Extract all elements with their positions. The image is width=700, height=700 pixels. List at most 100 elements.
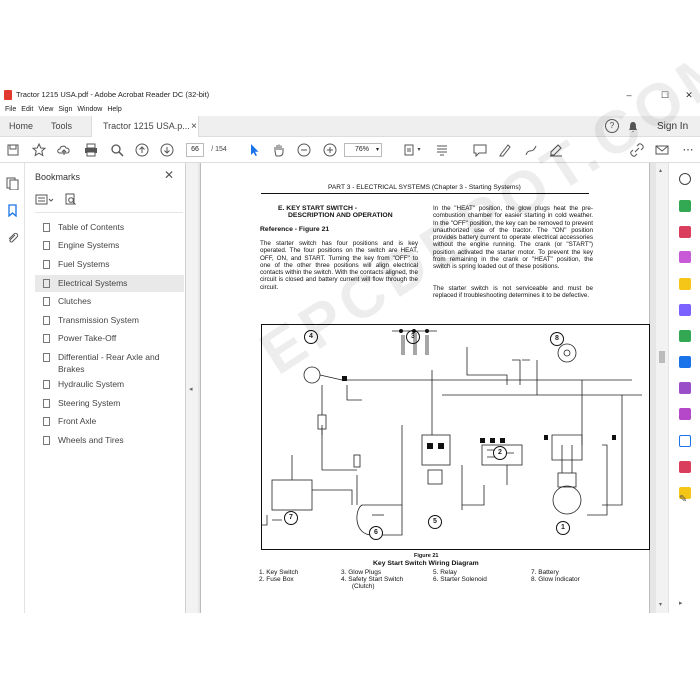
legend-item: 7. Battery — [531, 569, 559, 576]
tab-tools[interactable]: Tools — [51, 116, 72, 137]
bookmark-label: Table of Contents — [58, 222, 125, 232]
bookmark-label: Transmission System — [58, 315, 139, 325]
bookmark-icon — [43, 279, 50, 288]
figure-reference: Reference - Figure 21 — [260, 226, 330, 233]
bookmark-item[interactable]: Hydraulic System — [35, 378, 184, 390]
page-number-input[interactable]: 66 — [186, 143, 204, 157]
edit-pdf-icon[interactable] — [679, 251, 691, 263]
vertical-scrollbar[interactable]: ▴ ▾ — [656, 163, 668, 613]
pdf-app-icon — [4, 90, 12, 100]
fit-dropdown-chevron-icon[interactable]: ▾ — [415, 143, 423, 157]
zoom-out-icon[interactable] — [297, 143, 311, 157]
next-page-icon[interactable] — [160, 143, 174, 157]
tab-close-icon[interactable]: × — [191, 116, 197, 137]
print-icon[interactable] — [84, 143, 98, 157]
bookmark-label: Differential - Rear Axle and Brakes — [58, 352, 160, 374]
collapse-right-arrow-icon[interactable]: ▸ — [679, 599, 691, 611]
bookmark-item[interactable]: Differential - Rear Axle and Brakes — [35, 351, 180, 375]
scrollbar-thumb[interactable] — [659, 351, 665, 363]
scan-ocr-icon[interactable] — [679, 356, 691, 368]
panel-splitter[interactable]: ◂ — [186, 163, 198, 613]
menu-edit[interactable]: Edit — [21, 103, 33, 116]
menu-window[interactable]: Window — [77, 103, 102, 116]
more-options-icon[interactable]: ⋯ — [681, 143, 695, 157]
bookmark-item[interactable]: Clutches — [35, 295, 184, 307]
find-icon[interactable] — [110, 143, 124, 157]
legend-item: 2. Fuse Box — [259, 576, 294, 583]
collapse-left-arrow-icon[interactable]: ◂ — [189, 385, 193, 393]
bookmark-label: Steering System — [58, 398, 121, 408]
select-cursor-icon[interactable] — [247, 143, 261, 157]
bookmark-item[interactable]: Engine Systems — [35, 239, 184, 251]
page-total: / 154 — [211, 146, 227, 153]
callout-3: 3 — [406, 330, 420, 344]
cloud-upload-icon[interactable] — [57, 143, 71, 157]
menu-view[interactable]: View — [38, 103, 53, 116]
bookmark-icon — [43, 223, 50, 232]
create-pdf-icon[interactable] — [679, 226, 691, 238]
bookmarks-panel-icon[interactable] — [6, 204, 19, 219]
request-signature-icon[interactable] — [679, 408, 691, 420]
menu-help[interactable]: Help — [107, 103, 121, 116]
tab-document[interactable]: Tractor 1215 USA.p... × — [91, 116, 199, 137]
bookmark-label: Fuel Systems — [58, 259, 110, 269]
callout-2: 2 — [493, 446, 507, 460]
bookmark-label: Wheels and Tires — [58, 435, 124, 445]
more-tools-icon[interactable]: ✎ — [679, 494, 691, 506]
comment-tool-icon[interactable] — [679, 278, 691, 290]
section-title-line1: E. KEY START SWITCH - — [278, 205, 358, 212]
bookmark-icon — [43, 297, 50, 306]
bookmark-item[interactable]: Power Take-Off — [35, 332, 184, 344]
zoom-level-select[interactable]: 76% ▾ — [344, 143, 382, 157]
combine-files-icon[interactable] — [679, 304, 691, 316]
bookmark-item[interactable]: Steering System — [35, 397, 184, 409]
bookmark-icon — [43, 399, 50, 408]
attachments-icon[interactable] — [6, 231, 19, 246]
fill-sign-tool-icon[interactable] — [679, 382, 691, 394]
previous-page-icon[interactable] — [135, 143, 149, 157]
bookmark-item[interactable]: Fuel Systems — [35, 258, 184, 270]
comment-icon[interactable] — [473, 143, 487, 158]
bookmark-icon — [43, 380, 50, 389]
bookmark-item[interactable]: Wheels and Tires — [35, 434, 184, 446]
tab-home[interactable]: Home — [9, 116, 33, 137]
protect-icon[interactable] — [679, 435, 691, 447]
bookmark-item[interactable]: Transmission System — [35, 314, 184, 326]
bookmark-item[interactable]: Front Axle — [35, 415, 184, 427]
bookmark-options-icon[interactable] — [35, 194, 55, 208]
chevron-down-icon: ▾ — [375, 147, 379, 153]
highlight-pen-icon[interactable] — [498, 143, 512, 157]
bookmark-search-icon[interactable] — [65, 193, 77, 208]
search-tools-icon[interactable] — [679, 173, 691, 185]
bookmark-icon — [43, 241, 50, 250]
scroll-mode-icon[interactable] — [435, 143, 449, 157]
fit-page-icon[interactable] — [402, 143, 416, 157]
redact-icon[interactable] — [679, 461, 691, 473]
bookmark-label: Engine Systems — [58, 240, 120, 250]
organize-pages-icon[interactable] — [679, 330, 691, 342]
page-thumbnails-icon[interactable] — [6, 177, 19, 192]
save-icon[interactable] — [6, 143, 20, 157]
window-title: Tractor 1215 USA.pdf - Adobe Acrobat Rea… — [16, 90, 210, 99]
zoom-level-value: 76% — [355, 146, 370, 153]
bookmark-icon — [43, 417, 50, 426]
export-pdf-icon[interactable] — [679, 200, 691, 212]
callout-7: 7 — [284, 511, 298, 525]
menu-sign[interactable]: Sign — [58, 103, 72, 116]
zoom-in-icon[interactable] — [323, 143, 337, 157]
hand-tool-icon[interactable] — [272, 143, 286, 157]
menu-file[interactable]: File — [5, 103, 16, 116]
bookmark-item-selected[interactable]: Electrical Systems — [35, 275, 184, 292]
callout-6: 6 — [369, 526, 383, 540]
scroll-down-arrow-icon[interactable]: ▾ — [659, 601, 662, 608]
bookmarks-divider — [35, 212, 183, 213]
bookmark-icon — [43, 436, 50, 445]
scroll-up-arrow-icon[interactable]: ▴ — [659, 167, 662, 174]
figure-number: Figure 21 — [414, 553, 439, 559]
section-title-line2: DESCRIPTION AND OPERATION — [288, 212, 393, 219]
tab-document-label: Tractor 1215 USA.p... — [103, 121, 190, 131]
close-panel-icon[interactable]: ✕ — [164, 168, 174, 182]
callout-5: 5 — [428, 515, 442, 529]
bookmark-star-icon[interactable] — [31, 142, 47, 157]
bookmark-item[interactable]: Table of Contents — [35, 221, 184, 233]
